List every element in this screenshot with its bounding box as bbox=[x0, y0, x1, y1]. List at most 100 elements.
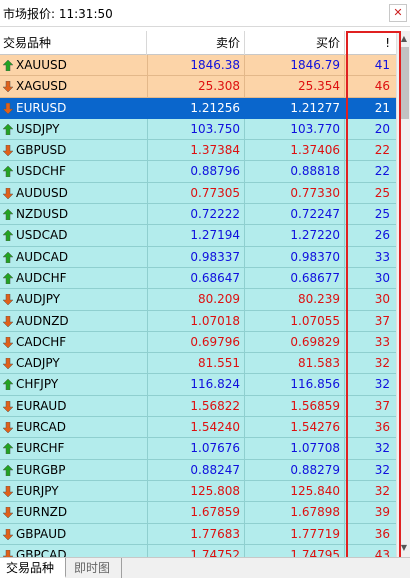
table-row[interactable]: EURUSD 1.21256 1.21277 21 bbox=[0, 97, 396, 119]
table-row[interactable]: AUDUSD 0.77305 0.77330 25 bbox=[0, 182, 396, 205]
tab-symbols[interactable]: 交易品种 bbox=[0, 558, 66, 578]
scroll-thumb[interactable] bbox=[399, 47, 409, 119]
ask-price-cell: 1.37406 bbox=[245, 140, 345, 162]
symbol-cell: AUDCHF bbox=[16, 270, 67, 285]
tab-tick-chart[interactable]: 即时图 bbox=[68, 558, 122, 578]
bid-price-cell: 1.56822 bbox=[147, 395, 245, 417]
table-row[interactable]: CHFJPY 116.824 116.856 32 bbox=[0, 374, 396, 396]
spread-cell: 26 bbox=[374, 228, 390, 243]
symbol-cell: USDJPY bbox=[16, 121, 60, 136]
market-watch-table: 交易品种 卖价 买价 ! XAUUSD 1846.38 1846.79 41 XAGUS… bbox=[0, 31, 396, 557]
table-row[interactable]: GBPAUD 1.77683 1.77719 36 bbox=[0, 523, 396, 545]
ask-price-cell: 125.840 bbox=[245, 480, 345, 502]
table-row[interactable]: EURNZD 1.67859 1.67898 39 bbox=[0, 502, 396, 524]
bid-price-cell: 81.551 bbox=[147, 353, 245, 375]
ask-price-cell: 1846.79 bbox=[245, 55, 345, 76]
table-row[interactable]: EURCHF 1.07676 1.07708 32 bbox=[0, 438, 396, 460]
spread-cell: 32 bbox=[374, 483, 390, 498]
symbol-cell: EURCHF bbox=[16, 441, 65, 456]
window-titlebar: 市场报价: 11:31:50 ✕ bbox=[0, 0, 410, 27]
symbol-cell: USDCAD bbox=[16, 228, 68, 243]
vertical-scrollbar[interactable]: ▲ ▼ bbox=[396, 31, 410, 557]
ask-price-cell: 0.88818 bbox=[245, 161, 345, 183]
table-row[interactable]: NZDUSD 0.72222 0.72247 25 bbox=[0, 204, 396, 226]
symbol-cell: EURGBP bbox=[16, 462, 66, 477]
column-header-symbol[interactable]: 交易品种 bbox=[0, 31, 147, 55]
bid-price-cell: 1.67859 bbox=[147, 502, 245, 524]
spread-cell: 25 bbox=[374, 207, 390, 222]
table-row[interactable]: USDCAD 1.27194 1.27220 26 bbox=[0, 225, 396, 247]
table-row[interactable]: CADJPY 81.551 81.583 32 bbox=[0, 353, 396, 375]
symbol-cell: GBPUSD bbox=[16, 143, 67, 158]
spread-cell: 22 bbox=[374, 164, 390, 179]
ask-price-cell: 1.77719 bbox=[245, 523, 345, 545]
ask-price-cell: 1.54276 bbox=[245, 417, 345, 439]
column-header-bid[interactable]: 卖价 bbox=[147, 31, 245, 55]
ask-price-cell: 1.67898 bbox=[245, 502, 345, 524]
table-row[interactable]: XAGUSD 25.308 25.354 46 bbox=[0, 76, 396, 98]
table-row[interactable]: GBPCAD 1.74752 1.74795 43 bbox=[0, 544, 396, 557]
spread-cell: 22 bbox=[374, 143, 390, 158]
spread-cell: 36 bbox=[374, 526, 390, 541]
table-row[interactable]: USDJPY 103.750 103.770 20 bbox=[0, 118, 396, 141]
symbol-cell: AUDUSD bbox=[16, 185, 68, 200]
spread-cell: 21 bbox=[374, 100, 390, 115]
symbol-cell: EURUSD bbox=[16, 100, 67, 115]
bid-price-cell: 0.68647 bbox=[147, 267, 245, 289]
ask-price-cell: 81.583 bbox=[245, 353, 345, 375]
table-row[interactable]: AUDCAD 0.98337 0.98370 33 bbox=[0, 246, 396, 268]
table-row[interactable]: USDCHF 0.88796 0.88818 22 bbox=[0, 161, 396, 183]
table-row[interactable]: EURJPY 125.808 125.840 32 bbox=[0, 480, 396, 503]
spread-cell: 37 bbox=[374, 398, 390, 413]
table-row[interactable]: AUDJPY 80.209 80.239 30 bbox=[0, 289, 396, 311]
bid-price-cell: 1.07676 bbox=[147, 438, 245, 460]
bid-price-cell: 0.88247 bbox=[147, 459, 245, 481]
symbol-cell: GBPCAD bbox=[16, 547, 67, 557]
bottom-tab-bar: 交易品种 即时图 bbox=[0, 557, 410, 578]
ask-price-cell: 0.88279 bbox=[245, 459, 345, 481]
spread-cell: 30 bbox=[374, 292, 390, 307]
symbol-cell: EURCAD bbox=[16, 420, 66, 435]
spread-cell: 30 bbox=[374, 270, 390, 285]
ask-price-cell: 1.07055 bbox=[245, 310, 345, 332]
window-title: 市场报价: 11:31:50 bbox=[3, 7, 113, 21]
ask-price-cell: 103.770 bbox=[245, 118, 345, 140]
column-header-ask[interactable]: 买价 bbox=[245, 31, 345, 55]
table-row[interactable]: EURGBP 0.88247 0.88279 32 bbox=[0, 459, 396, 481]
spread-cell: 41 bbox=[374, 58, 390, 72]
symbol-cell: NZDUSD bbox=[16, 207, 69, 222]
ask-price-cell: 0.68677 bbox=[245, 267, 345, 289]
spread-cell: 20 bbox=[374, 121, 390, 136]
spread-cell: 33 bbox=[374, 249, 390, 264]
close-button[interactable]: ✕ bbox=[389, 4, 407, 22]
spread-cell: 43 bbox=[374, 547, 390, 557]
symbol-cell: AUDNZD bbox=[16, 313, 69, 328]
bid-price-cell: 1.07018 bbox=[147, 310, 245, 332]
spread-cell: 32 bbox=[374, 462, 390, 477]
bid-price-cell: 125.808 bbox=[147, 480, 245, 502]
table-row[interactable]: AUDNZD 1.07018 1.07055 37 bbox=[0, 310, 396, 332]
table-row[interactable]: XAUUSD 1846.38 1846.79 41 bbox=[0, 55, 396, 77]
ask-price-cell: 1.21277 bbox=[245, 97, 345, 119]
table-row[interactable]: CADCHF 0.69796 0.69829 33 bbox=[0, 331, 396, 354]
bid-price-cell: 103.750 bbox=[147, 118, 245, 140]
scroll-up-button[interactable]: ▲ bbox=[398, 32, 410, 46]
table-row[interactable]: EURAUD 1.56822 1.56859 37 bbox=[0, 395, 396, 418]
ask-price-cell: 0.98370 bbox=[245, 246, 345, 268]
table-row[interactable]: EURCAD 1.54240 1.54276 36 bbox=[0, 417, 396, 439]
bid-price-cell: 1846.38 bbox=[147, 55, 245, 76]
symbol-cell: EURAUD bbox=[16, 398, 67, 413]
bid-price-cell: 1.54240 bbox=[147, 417, 245, 439]
scroll-down-button[interactable]: ▼ bbox=[398, 541, 410, 555]
column-header-spread[interactable]: ! bbox=[345, 31, 396, 55]
symbol-cell: CADJPY bbox=[16, 356, 60, 371]
symbol-cell: XAUUSD bbox=[16, 58, 67, 72]
bid-price-cell: 1.74752 bbox=[147, 544, 245, 557]
table-row[interactable]: AUDCHF 0.68647 0.68677 30 bbox=[0, 267, 396, 290]
bid-price-cell: 0.77305 bbox=[147, 182, 245, 204]
spread-cell: 37 bbox=[374, 313, 390, 328]
ask-price-cell: 0.77330 bbox=[245, 182, 345, 204]
bid-price-cell: 80.209 bbox=[147, 289, 245, 311]
bid-price-cell: 0.98337 bbox=[147, 246, 245, 268]
table-row[interactable]: GBPUSD 1.37384 1.37406 22 bbox=[0, 140, 396, 162]
